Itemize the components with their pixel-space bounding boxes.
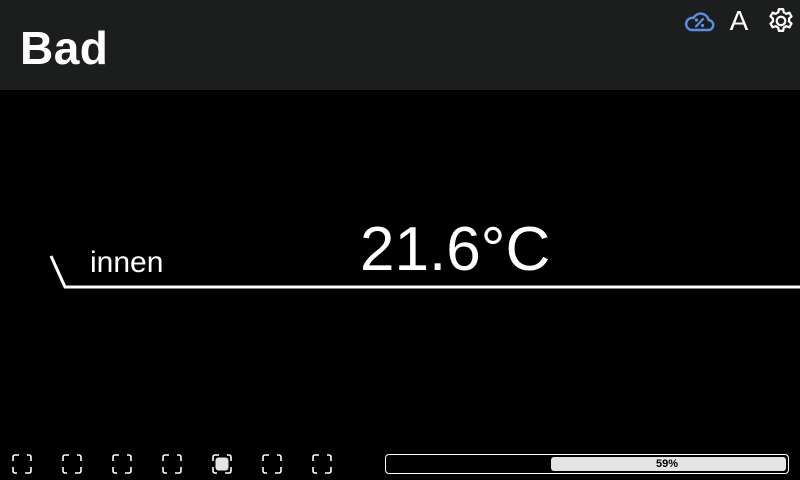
screen: Bad A innen 21.6°C 59% (0, 0, 800, 480)
cloud-percent-icon[interactable] (682, 4, 716, 38)
progress-bar: 59% (385, 454, 789, 474)
gear-icon[interactable] (764, 4, 798, 38)
progress-label: 59% (655, 458, 679, 470)
page-dot-active[interactable] (212, 454, 232, 474)
page-title: Bad (20, 22, 109, 74)
font-size-icon[interactable]: A (728, 4, 750, 38)
footer-bar: 59% (0, 440, 800, 480)
page-dot[interactable] (262, 454, 282, 474)
header-icons: A (682, 4, 798, 38)
page-dot[interactable] (12, 454, 32, 474)
header-bar: Bad A (0, 0, 800, 90)
page-dot[interactable] (162, 454, 182, 474)
sensor-label: innen (90, 246, 164, 279)
page-dot[interactable] (62, 454, 82, 474)
sensor-panel: innen 21.6°C (0, 90, 800, 440)
temperature-value: 21.6°C (360, 215, 551, 284)
page-dot[interactable] (112, 454, 132, 474)
page-dot[interactable] (312, 454, 332, 474)
